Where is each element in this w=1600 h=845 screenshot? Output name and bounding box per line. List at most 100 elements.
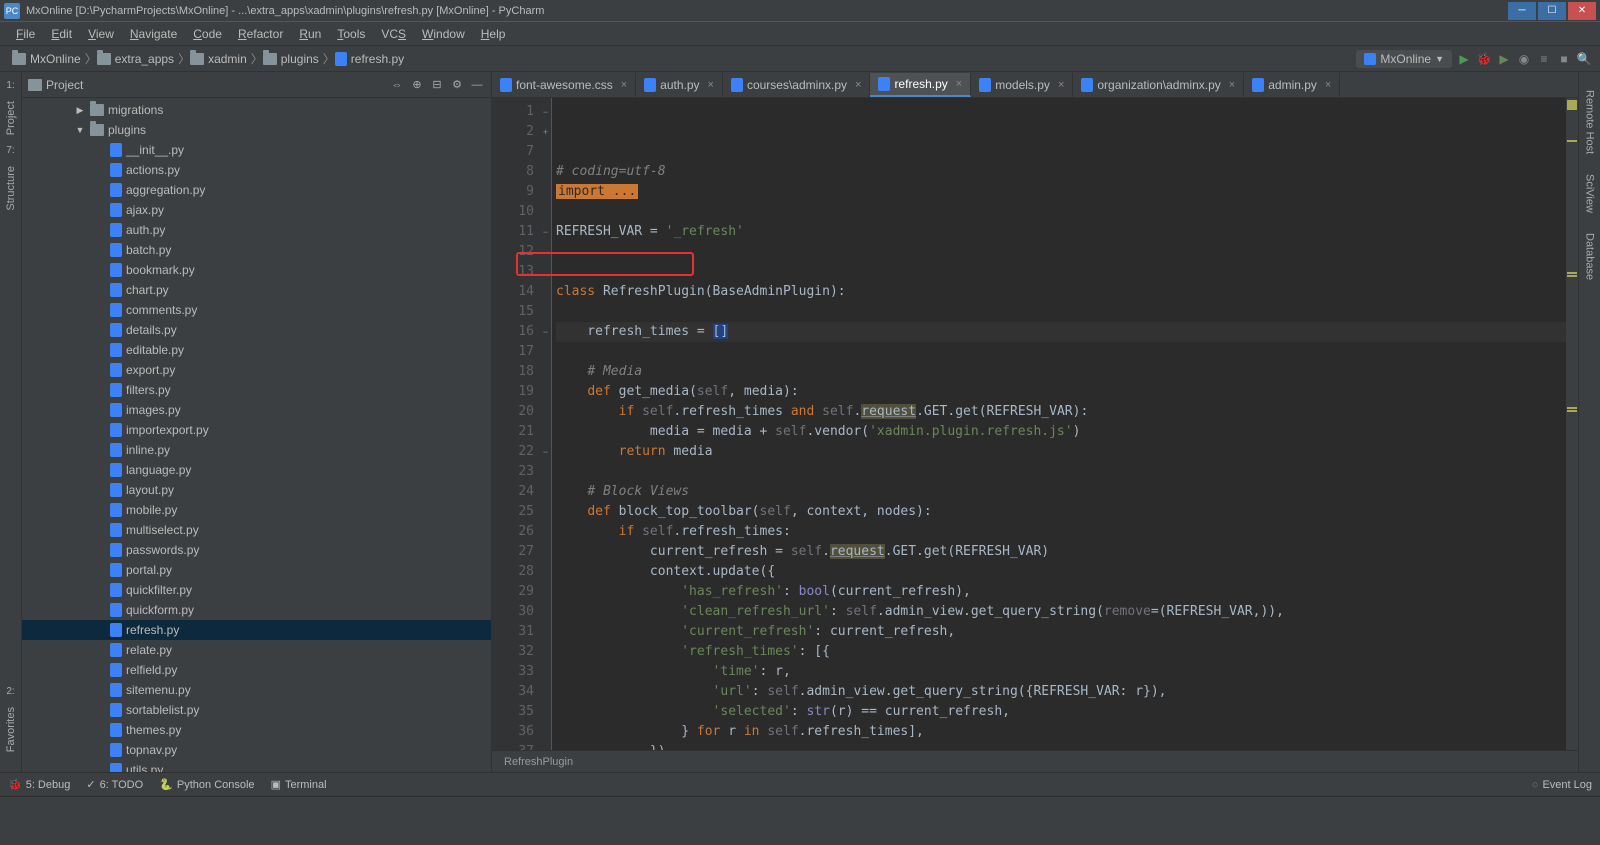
breadcrumb-MxOnline[interactable]: MxOnline [8,52,85,66]
rail-sciview[interactable]: SciView [1584,164,1596,223]
code-line-20[interactable] [556,462,1566,482]
bottom-6--todo[interactable]: ✓6: TODO [86,778,143,791]
tab-auth.py[interactable]: auth.py× [636,73,723,97]
tree-item-plugins[interactable]: ▼plugins [22,120,491,140]
code-line-34[interactable]: }) [556,742,1566,750]
close-button[interactable]: ✕ [1568,2,1596,20]
code-line-29[interactable]: 'refresh_times': [{ [556,642,1566,662]
tree-item-language.py[interactable]: language.py [22,460,491,480]
code-line-7[interactable] [556,202,1566,222]
code-line-23[interactable]: if self.refresh_times: [556,522,1566,542]
code-line-26[interactable]: 'has_refresh': bool(current_refresh), [556,582,1566,602]
menu-code[interactable]: Code [185,27,230,41]
menu-refactor[interactable]: Refactor [230,27,291,41]
overview-ruler[interactable] [1566,98,1578,750]
menu-navigate[interactable]: Navigate [122,27,185,41]
tab-organization\adminx.py[interactable]: organization\adminx.py× [1073,73,1244,97]
bottom-5--debug[interactable]: 🐞5: Debug [8,778,70,791]
code-line-25[interactable]: context.update({ [556,562,1566,582]
menu-run[interactable]: Run [291,27,329,41]
project-tree[interactable]: ▶migrations▼plugins__init__.pyactions.py… [22,98,491,772]
code-line-9[interactable] [556,242,1566,262]
profile-button[interactable]: ◉ [1516,51,1532,67]
fold-gutter[interactable]: −+−−− [540,98,552,750]
code-line-18[interactable]: media = media + self.vendor('xadmin.plug… [556,422,1566,442]
code-line-33[interactable]: } for r in self.refresh_times], [556,722,1566,742]
tree-item-aggregation.py[interactable]: aggregation.py [22,180,491,200]
close-tab-icon[interactable]: × [855,79,861,91]
close-tab-icon[interactable]: × [1058,79,1064,91]
tree-item-auth.py[interactable]: auth.py [22,220,491,240]
locate-icon[interactable]: ⊕ [409,78,425,91]
code-line-30[interactable]: 'time': r, [556,662,1566,682]
code-line-1[interactable]: # coding=utf-8 [556,162,1566,182]
close-tab-icon[interactable]: × [1325,79,1331,91]
tree-item-sitemenu.py[interactable]: sitemenu.py [22,680,491,700]
code-line-2[interactable]: import ... [556,182,1566,202]
breadcrumb-plugins[interactable]: plugins [259,52,323,66]
code-line-32[interactable]: 'selected': str(r) == current_refresh, [556,702,1566,722]
tree-item-relate.py[interactable]: relate.py [22,640,491,660]
menu-view[interactable]: View [80,27,122,41]
tree-item-layout.py[interactable]: layout.py [22,480,491,500]
tree-item-images.py[interactable]: images.py [22,400,491,420]
code-line-28[interactable]: 'current_refresh': current_refresh, [556,622,1566,642]
code-line-8[interactable]: REFRESH_VAR = '_refresh' [556,222,1566,242]
code-line-19[interactable]: return media [556,442,1566,462]
breadcrumb-extra_apps[interactable]: extra_apps [93,52,178,66]
gear-icon[interactable]: ⚙ [449,78,465,91]
hide-icon[interactable]: — [469,79,485,91]
code-line-17[interactable]: if self.refresh_times and self.request.G… [556,402,1566,422]
menu-tools[interactable]: Tools [329,27,373,41]
menu-file[interactable]: File [8,27,43,41]
tree-item-themes.py[interactable]: themes.py [22,720,491,740]
code-line-10[interactable] [556,262,1566,282]
rail-project[interactable]: 1:Project [5,80,17,145]
close-tab-icon[interactable]: × [621,79,627,91]
rail-favorites[interactable]: 2:Favorites [5,686,17,762]
tree-item-ajax.py[interactable]: ajax.py [22,200,491,220]
code-line-14[interactable] [556,342,1566,362]
menu-vcs[interactable]: VCS [373,27,414,41]
code-line-27[interactable]: 'clean_refresh_url': self.admin_view.get… [556,602,1566,622]
code-line-31[interactable]: 'url': self.admin_view.get_query_string(… [556,682,1566,702]
tree-item-comments.py[interactable]: comments.py [22,300,491,320]
search-everywhere-button[interactable]: 🔍 [1576,51,1592,67]
tree-item-inline.py[interactable]: inline.py [22,440,491,460]
collapse-all-icon[interactable]: ⊟ [429,78,445,91]
tree-item-details.py[interactable]: details.py [22,320,491,340]
tree-item-relfield.py[interactable]: relfield.py [22,660,491,680]
breadcrumb-refresh.py[interactable]: refresh.py [331,52,408,66]
tree-item-multiselect.py[interactable]: multiselect.py [22,520,491,540]
code-line-21[interactable]: # Block Views [556,482,1566,502]
tree-item-quickfilter.py[interactable]: quickfilter.py [22,580,491,600]
code-line-22[interactable]: def block_top_toolbar(self, context, nod… [556,502,1566,522]
tab-refresh.py[interactable]: refresh.py× [870,73,971,97]
tree-item-actions.py[interactable]: actions.py [22,160,491,180]
code-line-24[interactable]: current_refresh = self.request.GET.get(R… [556,542,1566,562]
tree-item-passwords.py[interactable]: passwords.py [22,540,491,560]
menu-window[interactable]: Window [414,27,473,41]
concurrency-button[interactable]: ≡ [1536,51,1552,67]
rail-remote-host[interactable]: Remote Host [1584,80,1596,164]
code-line-13[interactable]: refresh_times = [] [556,322,1566,342]
editor-breadcrumb[interactable]: RefreshPlugin [492,750,1578,772]
run-button[interactable]: ▶ [1456,51,1472,67]
tree-item-editable.py[interactable]: editable.py [22,340,491,360]
run-with-coverage-button[interactable]: ▶ [1496,51,1512,67]
menu-edit[interactable]: Edit [43,27,80,41]
code-area[interactable]: # coding=utf-8import ... REFRESH_VAR = '… [552,98,1566,750]
marker[interactable] [1567,140,1577,142]
maximize-button[interactable]: ☐ [1538,2,1566,20]
code-line-15[interactable]: # Media [556,362,1566,382]
bottom-python-console[interactable]: 🐍Python Console [159,778,254,791]
marker[interactable] [1567,407,1577,409]
stop-button[interactable]: ■ [1556,51,1572,67]
marker[interactable] [1567,272,1577,274]
bottom-terminal[interactable]: ▣Terminal [271,778,327,791]
code-line-11[interactable]: class RefreshPlugin(BaseAdminPlugin): [556,282,1566,302]
tree-item-portal.py[interactable]: portal.py [22,560,491,580]
menu-help[interactable]: Help [473,27,514,41]
tree-item-mobile.py[interactable]: mobile.py [22,500,491,520]
tree-item-export.py[interactable]: export.py [22,360,491,380]
